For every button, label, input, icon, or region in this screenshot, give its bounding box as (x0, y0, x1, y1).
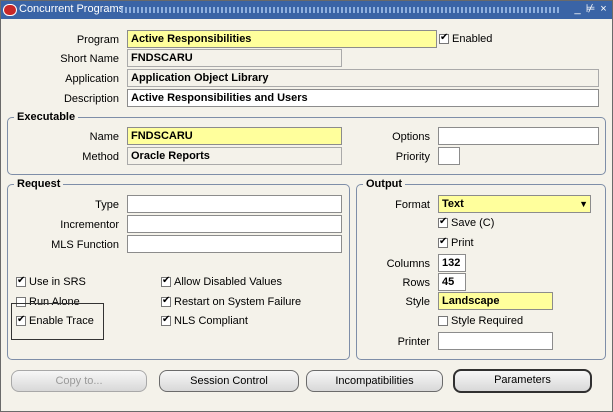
session-control-button[interactable]: Session Control (159, 370, 299, 392)
minimize-icon[interactable]: _ (572, 3, 583, 16)
rows-label: Rows (402, 277, 430, 289)
mls-function-field[interactable] (127, 235, 342, 253)
type-label: Type (95, 199, 119, 211)
nls-check-icon (161, 316, 171, 326)
chevron-down-icon[interactable]: ▼ (579, 199, 588, 209)
nls-compliant-checkbox[interactable]: NLS Compliant (161, 315, 248, 327)
output-group-title: Output (363, 178, 406, 190)
priority-field[interactable] (438, 147, 460, 165)
executable-group-title: Executable (14, 111, 79, 123)
application-field[interactable]: Application Object Library (127, 69, 599, 87)
program-label: Program (76, 34, 119, 46)
window-title: Concurrent Programs (19, 3, 125, 15)
title-bar[interactable]: Concurrent Programs _ ⊭ × (1, 1, 612, 19)
enabled-label: Enabled (452, 33, 493, 45)
executable-name-label: Name (89, 131, 119, 143)
style-field[interactable]: Landscape (438, 292, 553, 310)
rows-field[interactable]: 45 (438, 273, 466, 291)
method-field[interactable]: Oracle Reports (127, 147, 342, 165)
use-in-srs-label: Use in SRS (29, 276, 86, 288)
title-bar-pattern (121, 7, 561, 13)
restart-on-failure-checkbox[interactable]: Restart on System Failure (161, 296, 301, 308)
priority-label: Priority (395, 151, 430, 163)
allow-disabled-check-icon (161, 277, 171, 287)
columns-field[interactable]: 132 (438, 254, 466, 272)
allow-disabled-label: Allow Disabled Values (174, 276, 283, 288)
mls-function-label: MLS Function (51, 239, 119, 251)
use-in-srs-checkbox[interactable]: Use in SRS (16, 276, 86, 288)
enable-trace-label: Enable Trace (29, 315, 94, 327)
restart-check-icon (161, 297, 171, 307)
oracle-app-icon (3, 4, 17, 16)
request-group-title: Request (14, 178, 64, 190)
enabled-checkbox[interactable]: Enabled (439, 33, 492, 45)
save-label: Save (C) (451, 217, 495, 229)
executable-group (7, 117, 606, 175)
style-required-check-icon (438, 316, 448, 326)
method-label: Method (82, 151, 119, 163)
printer-field[interactable] (438, 332, 553, 350)
save-checkbox[interactable]: Save (C) (438, 217, 494, 229)
style-label: Style (405, 296, 430, 308)
enable-trace-check-icon (16, 316, 26, 326)
parameters-button[interactable]: Parameters (453, 369, 592, 393)
concurrent-programs-window: Concurrent Programs _ ⊭ × Program Active… (0, 0, 613, 412)
maximize-icon[interactable]: ⊭ (585, 3, 596, 16)
printer-label: Printer (397, 336, 430, 348)
print-checkbox[interactable]: Print (438, 237, 474, 249)
type-field[interactable] (127, 195, 342, 213)
style-required-label: Style Required (451, 315, 524, 327)
enabled-check-icon (439, 34, 449, 44)
incrementor-field[interactable] (127, 215, 342, 233)
allow-disabled-values-checkbox[interactable]: Allow Disabled Values (161, 276, 282, 288)
description-field[interactable]: Active Responsibilities and Users (127, 89, 599, 107)
format-value: Text (442, 198, 464, 210)
copy-to-button[interactable]: Copy to... (11, 370, 147, 392)
options-label: Options (392, 131, 430, 143)
format-select[interactable]: Text ▼ (438, 195, 591, 213)
print-label: Print (451, 237, 474, 249)
save-check-icon (438, 218, 448, 228)
format-label: Format (395, 199, 430, 211)
incrementor-label: Incrementor (60, 219, 119, 231)
short-name-label: Short Name (60, 53, 119, 65)
short-name-field[interactable]: FNDSCARU (127, 49, 342, 67)
options-field[interactable] (438, 127, 599, 145)
enable-trace-checkbox[interactable]: Enable Trace (16, 315, 94, 327)
restart-label: Restart on System Failure (174, 296, 302, 308)
incompatibilities-button[interactable]: Incompatibilities (306, 370, 443, 392)
executable-name-field[interactable]: FNDSCARU (127, 127, 342, 145)
program-field[interactable]: Active Responsibilities (127, 30, 437, 48)
close-icon[interactable]: × (598, 3, 609, 16)
style-required-checkbox[interactable]: Style Required (438, 315, 523, 327)
columns-label: Columns (386, 258, 430, 270)
print-check-icon (438, 238, 448, 248)
nls-label: NLS Compliant (174, 315, 248, 327)
use-in-srs-check-icon (16, 277, 26, 287)
application-label: Application (65, 73, 119, 85)
description-label: Description (63, 93, 119, 105)
